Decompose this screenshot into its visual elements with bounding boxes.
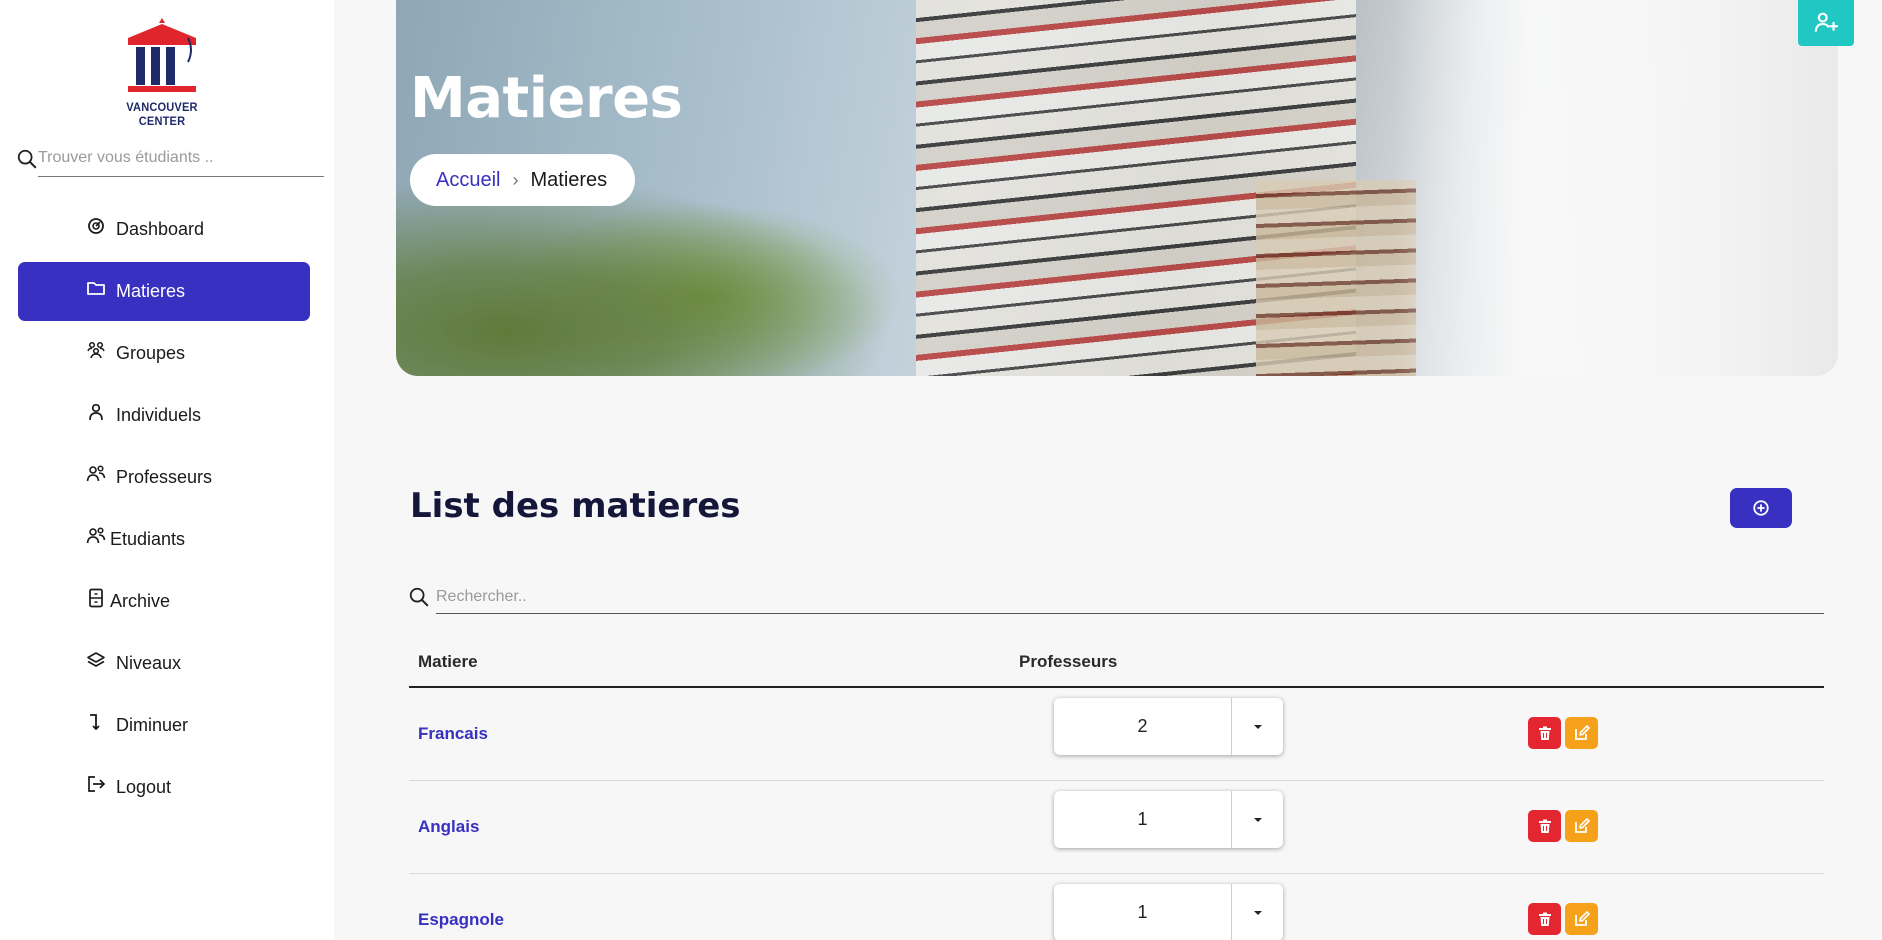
caret-down-icon <box>1232 884 1283 940</box>
sidebar-item-label: Groupes <box>116 343 186 363</box>
list-search-input[interactable] <box>436 580 1824 614</box>
sidebar-item-etudiants[interactable]: Etudiants <box>18 510 310 569</box>
sidebar-item-label: Professeurs <box>116 467 213 487</box>
matiere-name-link[interactable]: Espagnole <box>418 910 504 930</box>
hero-background-books-2 <box>1256 180 1416 376</box>
building-logo-icon <box>128 18 196 92</box>
trash-icon <box>1538 726 1551 740</box>
edit-button[interactable] <box>1565 810 1598 842</box>
trash-icon <box>1538 912 1551 926</box>
folder-icon <box>87 282 105 295</box>
delete-button[interactable] <box>1528 717 1561 749</box>
sidebar-item-label: Niveaux <box>116 653 182 673</box>
add-user-button[interactable] <box>1798 0 1854 46</box>
matieres-table: Matiere Professeurs Francais 2 Anglais 1… <box>409 648 1824 940</box>
sidebar-search <box>14 144 324 178</box>
list-search <box>408 580 1824 614</box>
search-icon <box>17 149 37 169</box>
sidebar-item-archive[interactable]: Archive <box>18 572 310 631</box>
sidebar-item-matieres[interactable]: Matieres <box>18 262 310 321</box>
edit-icon <box>1574 911 1590 926</box>
sidebar-item-diminuer[interactable]: Diminuer <box>18 696 310 755</box>
delete-button[interactable] <box>1528 903 1561 935</box>
archive-icon <box>89 588 103 608</box>
layers-icon <box>87 652 105 667</box>
matiere-name-link[interactable]: Anglais <box>418 817 479 837</box>
hero-banner: Matieres Accueil › Matieres <box>396 0 1838 376</box>
edit-icon <box>1574 725 1590 740</box>
column-header-matiere: Matiere <box>418 652 478 671</box>
professeurs-count: 1 <box>1054 884 1232 940</box>
sidebar-item-niveaux[interactable]: Niveaux <box>18 634 310 693</box>
chevron-right-icon: › <box>512 169 519 190</box>
hero-background-cloth <box>1396 0 1836 376</box>
table-row: Espagnole 1 <box>409 874 1824 940</box>
sidebar-search-input[interactable] <box>38 144 324 177</box>
breadcrumb: Accueil › Matieres <box>410 154 636 206</box>
group-icon <box>87 341 105 359</box>
person-icon <box>89 403 103 421</box>
matiere-name-link[interactable]: Francais <box>418 724 488 744</box>
sidebar-item-professeurs[interactable]: Professeurs <box>18 448 310 507</box>
sidebar-item-label: Archive <box>110 591 171 611</box>
search-icon <box>409 587 429 607</box>
dashboard-icon <box>88 218 104 234</box>
sidebar-item-label: Logout <box>116 777 172 797</box>
sidebar-item-label: Matieres <box>116 281 186 301</box>
professeurs-select[interactable]: 1 <box>1054 884 1283 940</box>
brand-logo[interactable]: VANCOUVER CENTER <box>104 16 220 128</box>
breadcrumb-current: Matieres <box>530 168 608 191</box>
sidebar-item-individuels[interactable]: Individuels <box>18 386 310 445</box>
sidebar-item-label: Individuels <box>116 405 202 425</box>
table-header: Matiere Professeurs <box>409 648 1824 688</box>
sidebar-item-logout[interactable]: Logout <box>18 758 310 817</box>
professeurs-select[interactable]: 2 <box>1054 698 1283 755</box>
add-matiere-button[interactable] <box>1730 488 1792 528</box>
arrow-down-icon <box>90 714 100 731</box>
professeurs-count: 2 <box>1054 698 1232 755</box>
logout-icon <box>88 776 106 792</box>
page-title: Matieres <box>410 66 683 131</box>
professeurs-count: 1 <box>1054 791 1232 848</box>
caret-down-icon <box>1232 791 1283 848</box>
user-plus-icon <box>1814 12 1838 32</box>
edit-button[interactable] <box>1565 903 1598 935</box>
sidebar-item-label: Etudiants <box>110 529 186 549</box>
sidebar-nav: Dashboard Matieres Groupes Individuels P… <box>18 200 310 820</box>
sidebar-item-dashboard[interactable]: Dashboard <box>18 200 310 259</box>
sidebar: VANCOUVER CENTER Dashboard Matieres Grou… <box>0 0 334 940</box>
table-row: Anglais 1 <box>409 781 1824 874</box>
delete-button[interactable] <box>1528 810 1561 842</box>
trash-icon <box>1538 819 1551 833</box>
people-icon <box>86 527 106 544</box>
caret-down-icon <box>1232 698 1283 755</box>
column-header-professeurs: Professeurs <box>1019 652 1118 671</box>
brand-name: VANCOUVER CENTER <box>126 100 198 128</box>
edit-icon <box>1574 818 1590 833</box>
sidebar-item-groupes[interactable]: Groupes <box>18 324 310 383</box>
people-icon <box>86 465 106 482</box>
plus-circle-icon <box>1753 500 1769 516</box>
list-title: List des matieres <box>410 486 741 526</box>
breadcrumb-home-link[interactable]: Accueil <box>436 169 500 192</box>
sidebar-item-label: Diminuer <box>116 715 189 735</box>
table-row: Francais 2 <box>409 688 1824 781</box>
professeurs-select[interactable]: 1 <box>1054 791 1283 848</box>
edit-button[interactable] <box>1565 717 1598 749</box>
sidebar-item-label: Dashboard <box>116 219 205 239</box>
